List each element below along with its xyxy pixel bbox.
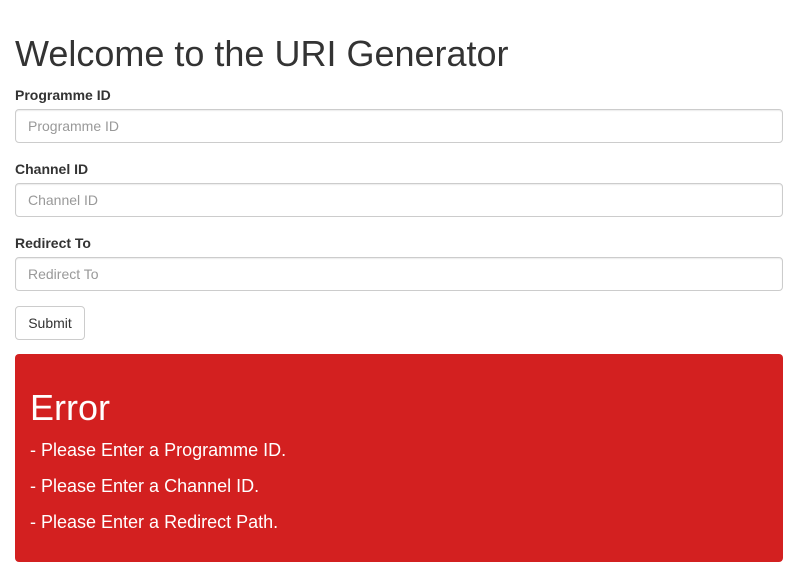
error-message-redirect-path: - Please Enter a Redirect Path. <box>30 512 279 532</box>
submit-button[interactable]: Submit <box>15 306 85 340</box>
error-message-programme-id: - Please Enter a Programme ID. <box>30 440 287 460</box>
channel-id-label: Channel ID <box>15 161 89 177</box>
page-title: Welcome to the URI Generator <box>15 33 509 74</box>
programme-id-label: Programme ID <box>15 87 111 103</box>
error-panel: Error - Please Enter a Programme ID. - P… <box>15 354 783 562</box>
channel-id-input[interactable] <box>15 183 783 217</box>
redirect-to-input[interactable] <box>15 257 783 291</box>
programme-id-input[interactable] <box>15 109 783 143</box>
error-title: Error <box>30 387 110 428</box>
page: Welcome to the URI Generator Programme I… <box>0 0 798 581</box>
redirect-to-label: Redirect To <box>15 235 91 251</box>
error-message-channel-id: - Please Enter a Channel ID. <box>30 476 260 496</box>
